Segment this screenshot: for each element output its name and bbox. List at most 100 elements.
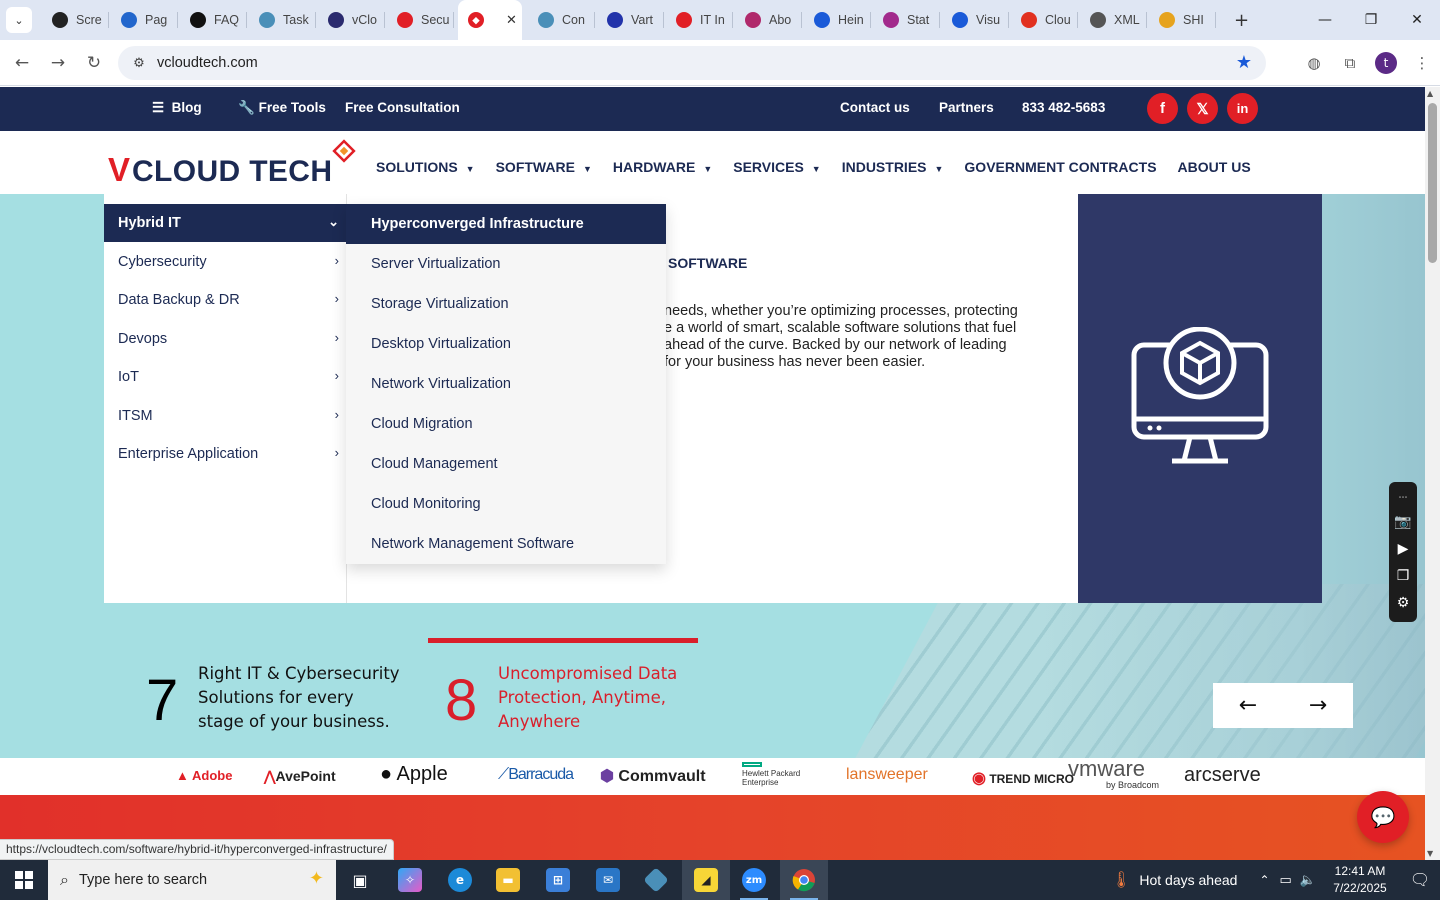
settings-gear-icon[interactable]: ⚙ xyxy=(1397,595,1410,611)
reload-button[interactable]: ↻ xyxy=(76,45,112,81)
partners-link[interactable]: Partners xyxy=(939,100,994,115)
submenu-item-cybersecurity[interactable]: Cybersecurity › xyxy=(104,243,347,281)
browser-tab[interactable]: Secu xyxy=(385,0,454,40)
taskbar-search[interactable]: ⌕ Type here to search ✦ xyxy=(48,860,336,900)
submenu-item-itsm[interactable]: ITSM › xyxy=(104,397,347,435)
file-explorer-icon[interactable]: ▬ xyxy=(484,860,532,900)
close-window-icon[interactable]: ✕ xyxy=(1394,0,1440,40)
flyout-item-network-management-software[interactable]: Network Management Software xyxy=(346,524,666,564)
minimize-icon[interactable]: — xyxy=(1302,0,1348,40)
prev-slide-button[interactable]: ← xyxy=(1213,683,1283,728)
scroll-down-icon[interactable]: ▼ xyxy=(1427,849,1433,858)
nav-item-services[interactable]: SERVICES ▼ xyxy=(733,159,820,175)
browser-tab[interactable]: SHI xyxy=(1147,0,1216,40)
nav-item-solutions[interactable]: SOLUTIONS ▼ xyxy=(376,159,475,175)
browser-tab[interactable]: FAQ xyxy=(178,0,247,40)
video-camera-icon[interactable]: ▶ xyxy=(1398,541,1409,557)
browser-tab[interactable]: Abo xyxy=(733,0,802,40)
v-icon xyxy=(328,12,344,28)
flyout-item-desktop-virtualization[interactable]: Desktop Virtualization xyxy=(346,324,666,364)
linkedin-icon[interactable]: in xyxy=(1227,93,1258,124)
sticky-notes-icon[interactable]: ◢ xyxy=(682,860,730,900)
page-scrollbar[interactable]: ▲ ▼ xyxy=(1425,87,1440,860)
browser-tab[interactable]: IT In xyxy=(664,0,733,40)
free-consultation-link[interactable]: Free Consultation xyxy=(345,100,460,115)
network-icon[interactable]: ▭ xyxy=(1280,872,1292,888)
browser-tab[interactable]: Task xyxy=(247,0,316,40)
clock[interactable]: 12:41 AM 7/22/2025 xyxy=(1320,863,1400,897)
nav-item-software[interactable]: SOFTWARE ▼ xyxy=(496,159,592,175)
submenu-item-data-backup-dr[interactable]: Data Backup & DR › xyxy=(104,281,347,319)
browser-tab[interactable]: Con xyxy=(526,0,595,40)
nav-item-industries[interactable]: INDUSTRIES ▼ xyxy=(842,159,944,175)
chevron-up-icon[interactable]: ⌃ xyxy=(1259,873,1269,887)
next-slide-button[interactable]: → xyxy=(1283,683,1353,728)
chrome-icon[interactable] xyxy=(780,860,828,900)
zoom-icon[interactable]: zm xyxy=(730,860,778,900)
mail-icon[interactable]: ✉ xyxy=(584,860,632,900)
extensions-icon[interactable]: ⧉ xyxy=(1332,45,1368,81)
submenu-item-devops[interactable]: Devops › xyxy=(104,320,347,358)
new-tab-button[interactable]: + xyxy=(1234,10,1249,31)
chat-bubbles-icon: 💬 xyxy=(1370,805,1396,829)
chat-widget-button[interactable]: 💬 xyxy=(1357,791,1409,843)
volume-icon[interactable]: 🔈 xyxy=(1300,872,1316,888)
tab-search-button[interactable]: ⌄ xyxy=(6,7,32,33)
nav-item-about-us[interactable]: ABOUT US xyxy=(1178,159,1251,175)
store-icon[interactable]: ⊞ xyxy=(534,860,582,900)
blog-link[interactable]: ☰ Blog xyxy=(152,100,202,116)
browser-tab[interactable]: Pag xyxy=(109,0,178,40)
submenu-item-iot[interactable]: IoT › xyxy=(104,358,347,396)
vcloud-tech-logo[interactable]: V CLOUD TECH xyxy=(108,139,356,189)
forward-button[interactable]: → xyxy=(40,45,76,81)
flyout-item-cloud-monitoring[interactable]: Cloud Monitoring xyxy=(346,484,666,524)
weather-text[interactable]: Hot days ahead xyxy=(1139,872,1237,888)
flyout-item-storage-virtualization[interactable]: Storage Virtualization xyxy=(346,284,666,324)
submenu-item-hybrid-it[interactable]: Hybrid IT ⌄ xyxy=(104,204,347,242)
browser-tab[interactable]: Scre xyxy=(40,0,109,40)
more-menu-icon[interactable]: ⋮ xyxy=(1404,45,1440,81)
app-diamond-icon[interactable] xyxy=(632,860,680,900)
maximize-icon[interactable]: ❐ xyxy=(1348,0,1394,40)
browser-tab[interactable]: XML xyxy=(1078,0,1147,40)
notifications-icon[interactable]: 🗨 xyxy=(1400,870,1440,890)
browser-tab[interactable]: Vart xyxy=(595,0,664,40)
facebook-icon[interactable]: f xyxy=(1147,93,1178,124)
flyout-item-server-virtualization[interactable]: Server Virtualization xyxy=(346,244,666,284)
layers-icon[interactable]: ❐ xyxy=(1397,568,1410,584)
flyout-item-cloud-migration[interactable]: Cloud Migration xyxy=(346,404,666,444)
browser-tab[interactable]: Stat xyxy=(871,0,940,40)
camera-icon[interactable]: 📷 xyxy=(1394,514,1411,530)
browser-tab[interactable]: vClo xyxy=(316,0,385,40)
copilot-icon[interactable]: ✧ xyxy=(386,860,434,900)
bookmark-star-icon[interactable]: ★ xyxy=(1236,52,1252,73)
browser-tab[interactable]: Clou xyxy=(1009,0,1078,40)
phone-link[interactable]: 833 482-5683 xyxy=(1022,100,1105,115)
task-view-icon[interactable]: ▣ xyxy=(336,860,384,900)
edge-icon[interactable]: e xyxy=(436,860,484,900)
nav-item-hardware[interactable]: HARDWARE ▼ xyxy=(613,159,712,175)
flyout-item-network-virtualization[interactable]: Network Virtualization xyxy=(346,364,666,404)
avepoint-logo: ⋀AvePoint xyxy=(264,768,336,785)
close-tab-icon[interactable]: ✕ xyxy=(506,12,517,28)
scroll-up-icon[interactable]: ▲ xyxy=(1427,89,1433,98)
start-button[interactable] xyxy=(0,860,48,900)
back-button[interactable]: ← xyxy=(4,45,40,81)
profile-avatar[interactable]: t xyxy=(1375,52,1397,74)
flyout-item-hyperconverged-infrastructure[interactable]: Hyperconverged Infrastructure xyxy=(346,204,666,244)
browser-tab[interactable]: Visu xyxy=(940,0,1009,40)
more-dots-icon[interactable]: ⋯ xyxy=(1399,493,1408,503)
tab-active[interactable]: ◆ ✕ xyxy=(458,0,522,40)
free-tools-link[interactable]: 🔧 Free Tools xyxy=(238,100,326,116)
submenu-item-enterprise-application[interactable]: Enterprise Application › xyxy=(104,435,347,473)
address-bar[interactable]: ⚙ vcloudtech.com ★ xyxy=(118,46,1266,80)
nav-item-government-contracts[interactable]: GOVERNMENT CONTRACTS xyxy=(964,159,1156,175)
translate-icon[interactable]: ◍ xyxy=(1296,45,1332,81)
x-twitter-icon[interactable]: 𝕏 xyxy=(1187,93,1218,124)
scrollbar-thumb[interactable] xyxy=(1428,103,1437,263)
site-settings-icon[interactable]: ⚙ xyxy=(124,56,154,71)
search-placeholder: Type here to search xyxy=(78,872,208,888)
contact-link[interactable]: Contact us xyxy=(840,100,910,115)
flyout-item-cloud-management[interactable]: Cloud Management xyxy=(346,444,666,484)
browser-tab[interactable]: Hein xyxy=(802,0,871,40)
